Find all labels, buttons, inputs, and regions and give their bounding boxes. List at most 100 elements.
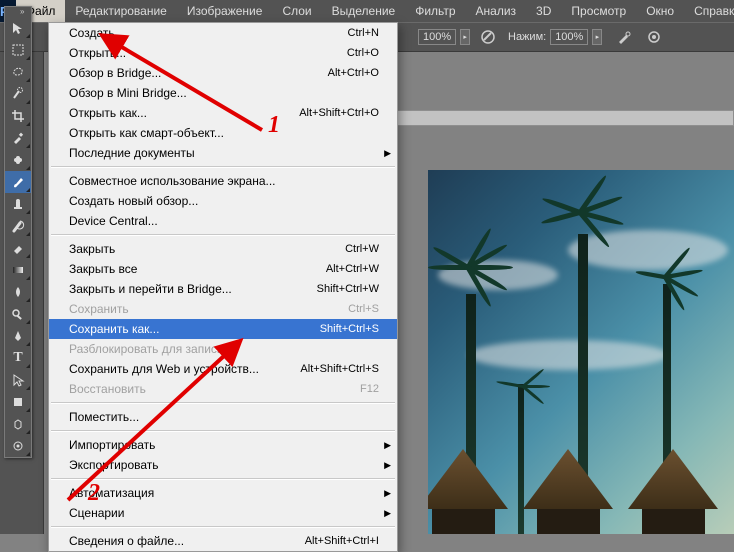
opacity-value[interactable]: 100% xyxy=(418,29,456,45)
menu-edit[interactable]: Редактирование xyxy=(65,0,176,22)
file-menu-item[interactable]: Автоматизация ▶ xyxy=(49,483,397,503)
submenu-arrow-icon: ▶ xyxy=(384,460,391,471)
menu-separator xyxy=(51,526,395,528)
crop-tool[interactable] xyxy=(5,105,31,127)
file-menu-item[interactable]: Открыть как смарт-объект... xyxy=(49,123,397,143)
menu-item-label: Сценарии xyxy=(69,506,379,520)
opacity-stepper[interactable]: ▸ xyxy=(460,29,470,45)
eraser-tool[interactable] xyxy=(5,237,31,259)
menu-item-label: Совместное использование экрана... xyxy=(69,174,379,188)
menu-item-label: Открыть как смарт-объект... xyxy=(69,126,379,140)
menu-layers[interactable]: Слои xyxy=(272,0,321,22)
file-menu-item[interactable]: Совместное использование экрана... xyxy=(49,171,397,191)
file-menu-item: СохранитьCtrl+S xyxy=(49,299,397,319)
menu-3d[interactable]: 3D xyxy=(526,0,561,22)
history-brush-tool[interactable] xyxy=(5,215,31,237)
file-menu-item[interactable]: Закрыть всеAlt+Ctrl+W xyxy=(49,259,397,279)
stamp-tool[interactable] xyxy=(5,193,31,215)
menu-item-shortcut: Ctrl+S xyxy=(348,303,379,315)
type-tool[interactable]: T xyxy=(5,347,31,369)
menu-item-shortcut: Ctrl+W xyxy=(345,243,379,255)
airbrush-icon[interactable] xyxy=(614,27,634,47)
tool-palette: » T xyxy=(4,6,32,458)
menu-item-shortcut: F12 xyxy=(360,383,379,395)
eyedropper-tool[interactable] xyxy=(5,127,31,149)
menu-item-shortcut: Shift+Ctrl+W xyxy=(317,283,379,295)
menu-help[interactable]: Справк xyxy=(684,0,734,22)
menu-item-label: Создать новый обзор... xyxy=(69,194,379,208)
pressure-label: Нажим: xyxy=(508,31,546,43)
menu-item-label: Импортировать xyxy=(69,438,379,452)
menu-item-shortcut: Alt+Shift+Ctrl+S xyxy=(300,363,379,375)
file-menu-item[interactable]: Сценарии▶ xyxy=(49,503,397,523)
menu-item-label: Закрыть и перейти в Bridge... xyxy=(69,282,317,296)
healing-brush-tool[interactable] xyxy=(5,149,31,171)
menu-item-label: Экспортировать xyxy=(69,458,379,472)
menu-item-shortcut: Alt+Shift+Ctrl+O xyxy=(299,107,379,119)
menu-item-label: Обзор в Mini Bridge... xyxy=(69,86,379,100)
dodge-tool[interactable] xyxy=(5,303,31,325)
file-menu-item[interactable]: Закрыть и перейти в Bridge...Shift+Ctrl+… xyxy=(49,279,397,299)
marquee-tool[interactable] xyxy=(5,39,31,61)
file-menu-item[interactable]: Device Central... xyxy=(49,211,397,231)
menu-item-shortcut: Alt+Shift+Ctrl+I xyxy=(305,535,379,547)
shape-tool[interactable] xyxy=(5,391,31,413)
3d-camera-tool[interactable] xyxy=(5,435,31,457)
pressure-value[interactable]: 100% xyxy=(550,29,588,45)
menu-item-shortcut: Ctrl+N xyxy=(348,27,379,39)
file-menu-item[interactable]: Сохранить для Web и устройств...Alt+Shif… xyxy=(49,359,397,379)
menu-item-label: Сохранить как... xyxy=(69,322,320,336)
file-menu-item[interactable]: Открыть как...Alt+Shift+Ctrl+O xyxy=(49,103,397,123)
menu-select[interactable]: Выделение xyxy=(322,0,406,22)
gradient-tool[interactable] xyxy=(5,259,31,281)
menu-bar: Файл Редактирование Изображение Слои Выд… xyxy=(16,0,734,22)
file-menu-item[interactable]: Открыть...Ctrl+O xyxy=(49,43,397,63)
pen-tool[interactable] xyxy=(5,325,31,347)
lasso-tool[interactable] xyxy=(5,61,31,83)
file-menu-item[interactable]: Сведения о файле...Alt+Shift+Ctrl+I xyxy=(49,531,397,551)
menu-item-shortcut: Alt+Ctrl+W xyxy=(326,263,379,275)
file-menu-item[interactable]: Поместить... xyxy=(49,407,397,427)
menu-item-label: Закрыть все xyxy=(69,262,326,276)
blur-tool[interactable] xyxy=(5,281,31,303)
path-select-tool[interactable] xyxy=(5,369,31,391)
menu-item-label: Восстановить xyxy=(69,382,360,396)
menu-separator xyxy=(51,430,395,432)
tablet-pressure-size-icon[interactable] xyxy=(644,27,664,47)
submenu-arrow-icon: ▶ xyxy=(384,488,391,499)
tablet-pressure-opacity-icon[interactable] xyxy=(478,27,498,47)
pressure-stepper[interactable]: ▸ xyxy=(592,29,602,45)
menu-item-label: Создать... xyxy=(69,26,348,40)
file-menu-item[interactable]: Обзор в Mini Bridge... xyxy=(49,83,397,103)
menu-filter[interactable]: Фильтр xyxy=(405,0,465,22)
palette-collapse-icon[interactable]: » xyxy=(20,9,28,15)
menu-item-label: Сведения о файле... xyxy=(69,534,305,548)
menu-image[interactable]: Изображение xyxy=(177,0,273,22)
file-menu-item[interactable]: Импортировать▶ xyxy=(49,435,397,455)
menu-item-label: Открыть... xyxy=(69,46,347,60)
file-menu-item[interactable]: ЗакрытьCtrl+W xyxy=(49,239,397,259)
file-menu-item[interactable]: Экспортировать ▶ xyxy=(49,455,397,475)
file-menu-item[interactable]: Создать новый обзор... xyxy=(49,191,397,211)
menu-analysis[interactable]: Анализ xyxy=(466,0,527,22)
menu-item-label: Закрыть xyxy=(69,242,345,256)
file-menu-item[interactable]: Создать...Ctrl+N xyxy=(49,23,397,43)
menu-item-label: Сохранить для Web и устройств... xyxy=(69,362,300,376)
canvas-image[interactable] xyxy=(428,170,734,534)
menu-item-label: Разблокировать для записи... xyxy=(69,342,379,356)
file-menu-item[interactable]: Последние документы▶ xyxy=(49,143,397,163)
quick-select-tool[interactable] xyxy=(5,83,31,105)
menu-view[interactable]: Просмотр xyxy=(561,0,636,22)
menu-window[interactable]: Окно xyxy=(636,0,684,22)
move-tool[interactable] xyxy=(5,17,31,39)
menu-item-label: Автоматизация xyxy=(69,486,379,500)
title-bar: Ps Файл Редактирование Изображение Слои … xyxy=(0,0,734,22)
file-menu-item: ВосстановитьF12 xyxy=(49,379,397,399)
file-menu-item[interactable]: Обзор в Bridge...Alt+Ctrl+O xyxy=(49,63,397,83)
file-menu-item[interactable]: Сохранить как...Shift+Ctrl+S xyxy=(49,319,397,339)
brush-tool[interactable] xyxy=(5,171,31,193)
file-dropdown: Создать...Ctrl+NОткрыть...Ctrl+OОбзор в … xyxy=(48,22,398,552)
file-menu-item: Разблокировать для записи... xyxy=(49,339,397,359)
menu-separator xyxy=(51,234,395,236)
3d-object-tool[interactable] xyxy=(5,413,31,435)
